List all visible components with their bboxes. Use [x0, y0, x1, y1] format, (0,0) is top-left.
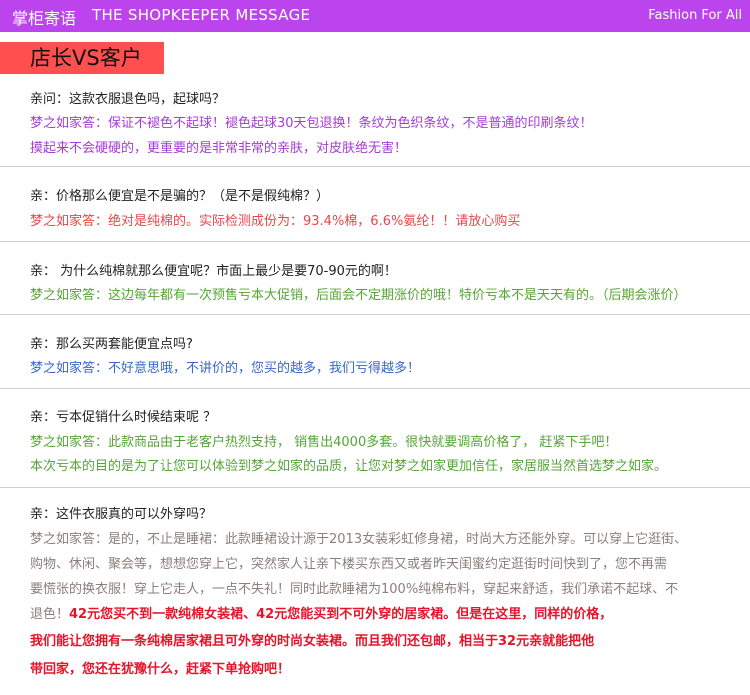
- question-1: 亲问：这款衣服退色吗，起球吗？: [30, 92, 226, 107]
- header-bar: 掌柜寄语 THE SHOPKEEPER MESSAGE Fashion For …: [0, 0, 750, 32]
- answer-1-line-2: 摸起来不会硬硬的，更重要的是非常非常的亲肤，对皮肤绝无害！: [30, 141, 408, 156]
- question-6: 亲：这件衣服真的可以外穿吗？: [30, 507, 213, 522]
- header-title-cn: 掌柜寄语: [12, 9, 77, 28]
- header-title-en: THE SHOPKEEPER MESSAGE: [92, 6, 311, 24]
- answer-6-line-3: 要慌张的换衣服！穿上它走人，一点不失礼！同时此款睡裙为100%纯棉布料，穿起来舒…: [30, 582, 679, 597]
- answer-3-line-1: 梦之如家答：这边每年都有一次预售亏本大促销，后面会不定期涨价的哦！特价亏本不是天…: [30, 288, 687, 303]
- divider: [0, 166, 750, 167]
- answer-6-bold-line-1: 我们能让您拥有一条纯棉居家裙且可外穿的时尚女装裙。而且我们还包邮，相当于32元亲…: [30, 634, 595, 649]
- question-3: 亲： 为什么纯棉就那么便宜呢？市面上最少是要70-90元的啊！: [30, 264, 397, 279]
- question-5: 亲：亏本促销什么时候结束呢 ？: [30, 410, 217, 425]
- divider: [0, 314, 750, 315]
- answer-6-line-4-prefix: 退色！: [30, 607, 70, 622]
- answer-6-line-2: 购物、休闲、聚会等，想想您穿上它，突然家人让亲下楼买东西又或者昨天闺蜜约定逛街时…: [30, 557, 668, 572]
- section-badge: 店长VS客户: [0, 42, 164, 74]
- answer-6-line-1: 梦之如家答：是的，不止是睡裙：此款睡裙设计源于2013女装彩虹修身裙，时尚大方还…: [30, 532, 688, 547]
- answer-6-line-4: 退色！42元您买不到一款纯棉女装裙、42元您能买到不可外穿的居家裙。但是在这里，…: [30, 603, 612, 622]
- answer-5-line-1: 梦之如家答：此款商品由于老客户热烈支持， 销售出4000多套。很快就要调高价格了…: [30, 435, 618, 450]
- answer-2-line-1: 梦之如家答：绝对是纯棉的。实际检测成份为：93.4%棉，6.6%氨纶！！请放心购…: [30, 214, 521, 229]
- divider: [0, 241, 750, 242]
- answer-4-line-1: 梦之如家答：不好意思哦，不讲价的，您买的越多，我们亏得越多！: [30, 361, 421, 376]
- divider: [0, 487, 750, 488]
- answer-5-line-2: 本次亏本的目的是为了让您可以体验到梦之如家的品质，让您对梦之如家更加信任，家居服…: [30, 459, 668, 474]
- answer-6-line-4-bold: 42元您买不到一款纯棉女装裙、42元您能买到不可外穿的居家裙。但是在这里，同样的…: [69, 607, 613, 622]
- question-2: 亲：价格那么便宜是不是骗的？（是不是假纯棉？）: [30, 189, 330, 204]
- question-4: 亲：那么买两套能便宜点吗?: [30, 337, 193, 352]
- answer-1-line-1: 梦之如家答：保证不褪色不起球！褪色起球30天包退换！条纹为色织条纹，不是普通的印…: [30, 116, 593, 131]
- answer-6-bold-line-2: 带回家，您还在犹豫什么，赶紧下单抢购吧！: [30, 662, 291, 677]
- header-tagline: Fashion For All: [648, 8, 742, 23]
- divider: [0, 388, 750, 389]
